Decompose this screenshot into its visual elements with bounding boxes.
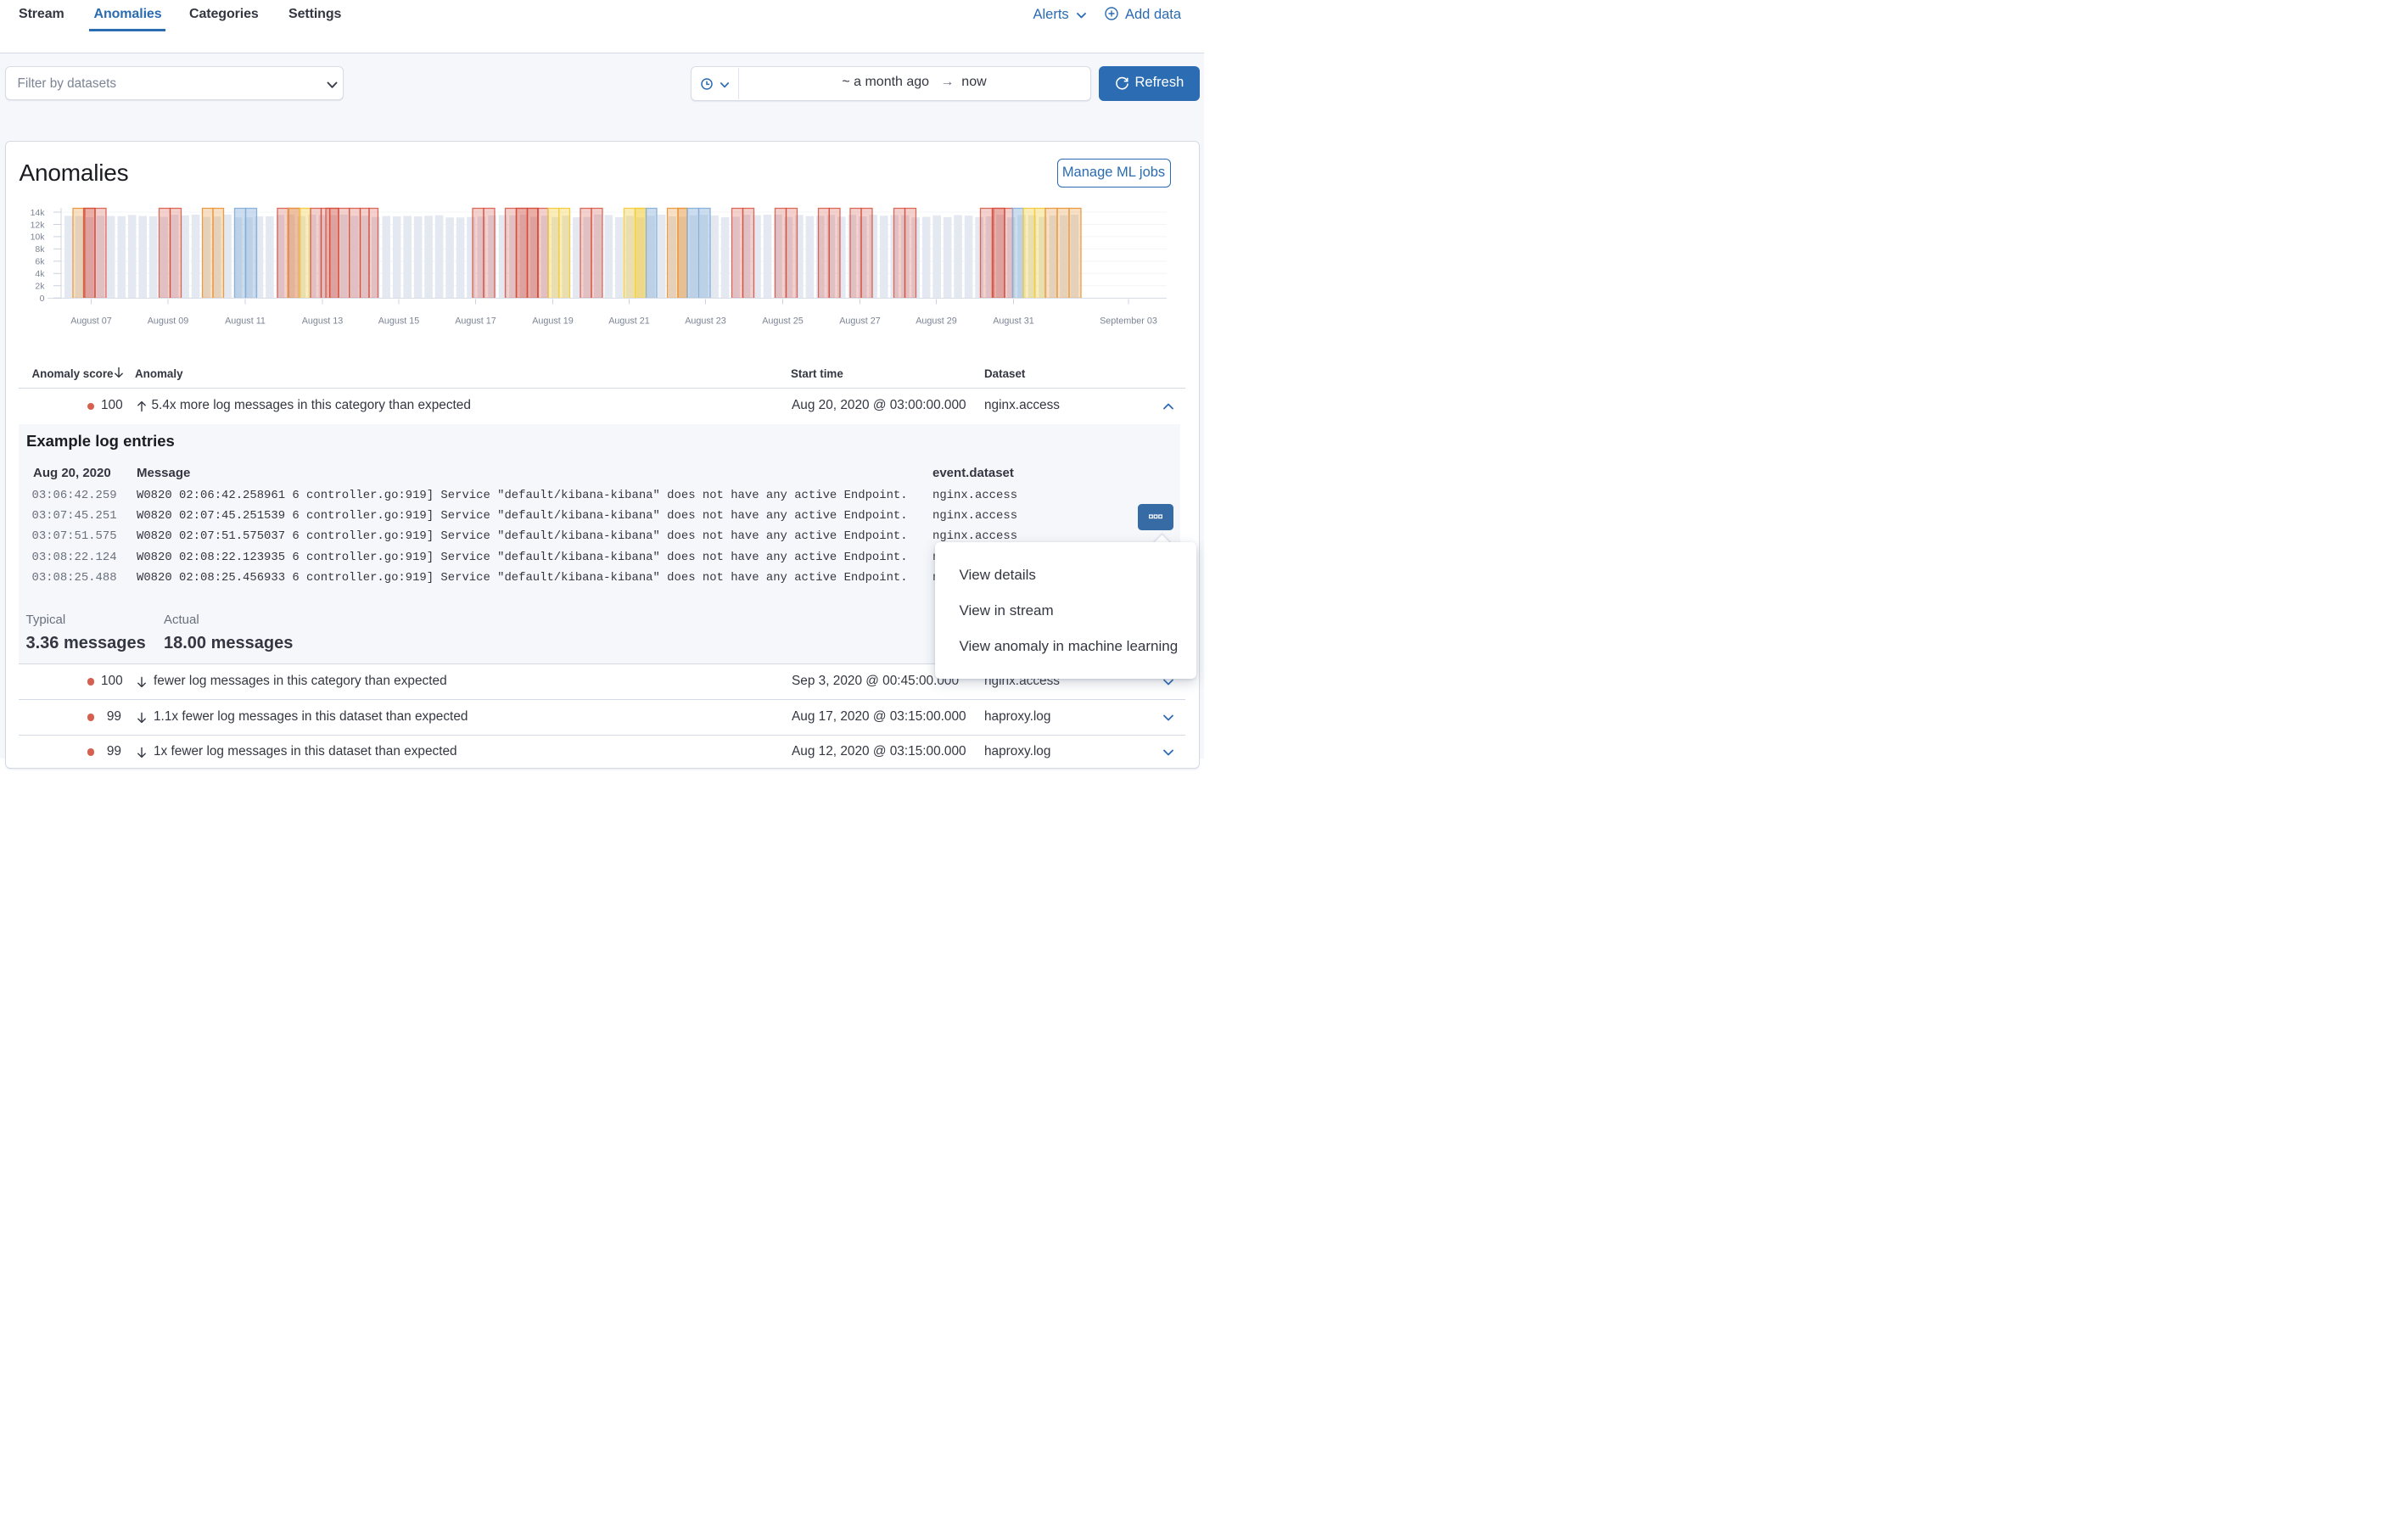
svg-text:14k: 14k bbox=[31, 208, 46, 218]
svg-text:August 15: August 15 bbox=[378, 316, 420, 327]
svg-text:8k: 8k bbox=[35, 244, 45, 255]
svg-text:4k: 4k bbox=[35, 269, 45, 279]
svg-text:August 19: August 19 bbox=[532, 316, 574, 327]
svg-text:September 03: September 03 bbox=[1100, 316, 1157, 327]
svg-text:12k: 12k bbox=[31, 220, 46, 230]
svg-text:August 17: August 17 bbox=[455, 316, 496, 327]
svg-text:August 31: August 31 bbox=[993, 316, 1034, 327]
svg-text:August 23: August 23 bbox=[685, 316, 726, 327]
svg-text:August 25: August 25 bbox=[762, 316, 804, 327]
svg-text:August 27: August 27 bbox=[839, 316, 881, 327]
svg-text:2k: 2k bbox=[35, 282, 45, 292]
svg-text:6k: 6k bbox=[35, 257, 45, 267]
svg-text:August 09: August 09 bbox=[148, 316, 189, 327]
svg-text:August 21: August 21 bbox=[608, 316, 650, 327]
svg-text:August 29: August 29 bbox=[916, 316, 957, 327]
svg-text:0: 0 bbox=[40, 294, 45, 304]
svg-text:August 11: August 11 bbox=[225, 316, 266, 327]
svg-text:August 13: August 13 bbox=[302, 316, 344, 327]
svg-text:10k: 10k bbox=[31, 232, 46, 243]
svg-text:August 07: August 07 bbox=[70, 316, 112, 327]
